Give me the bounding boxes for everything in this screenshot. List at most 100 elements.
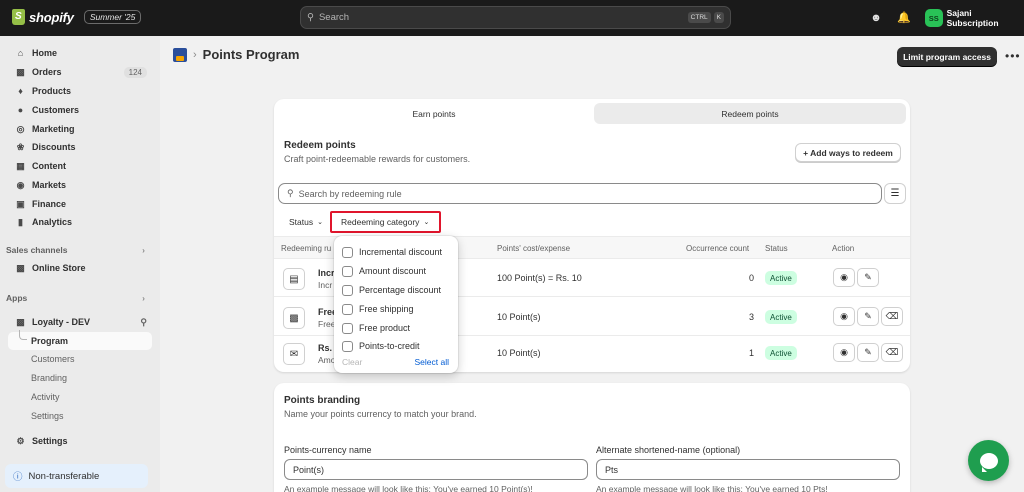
sidebar-item-markets[interactable]: ◉ Markets [5,176,153,194]
short-name-input[interactable]: Pts [596,459,900,480]
chevron-down-icon: ⌄ [317,219,323,226]
sidebar-subitem-settings[interactable]: Settings [31,407,64,425]
sidebar-item-marketing[interactable]: ◎ Marketing [5,120,153,138]
status-badge: Active [765,346,797,360]
checkbox[interactable] [342,284,353,296]
sidebar-item-loyalty-app[interactable]: ▩ Loyalty - DEV ⚲ [5,313,153,331]
more-actions-icon[interactable]: ••• [1005,49,1021,63]
edit-pencil-icon[interactable]: ✎ [857,268,879,287]
inbox-icon: ▩ [16,66,25,77]
top-bar: shopify Summer '25 ⚲ Search CTRL K ☻ 🔔 S… [0,0,1024,36]
clear-button[interactable]: Clear [342,357,362,367]
global-search[interactable]: ⚲ Search CTRL K [300,6,731,29]
search-placeholder: Search [318,12,350,23]
filter-sort-icon[interactable]: ☰ [884,183,906,204]
house-icon: ⌂ [17,48,24,58]
avatar: SS [925,9,943,27]
sidebar-item-online-store[interactable]: ▩ Online Store [5,259,153,277]
option-amount-discount[interactable]: Amount discount [342,263,426,279]
chevron-down-icon: ⌄ [423,219,430,226]
gear-icon: ⚙ [16,435,25,446]
sidebar-item-program[interactable]: Program [8,332,152,350]
sidebar-item-analytics[interactable]: ▮ Analytics [5,213,153,231]
section-description: Name your points currency to match your … [284,409,477,419]
chat-support-button[interactable] [968,440,1009,481]
tab-redeem-points[interactable]: Redeem points [594,103,906,124]
sidebar-item-settings[interactable]: ⚙ Settings [5,432,153,450]
option-free-shipping[interactable]: Free shipping [342,301,414,317]
shortcut-key: K [713,12,724,23]
pin-icon[interactable]: ⚲ [140,317,147,328]
apps-section[interactable]: Apps › [6,293,151,303]
redeeming-category-dropdown: Incremental discount Amount discount Per… [334,236,458,373]
checkbox[interactable] [342,303,353,315]
shortcut-key: CTRL [687,12,711,23]
sidebar-item-customers[interactable]: ● Customers [5,101,153,119]
delete-trash-icon[interactable]: ⌫ [881,307,903,326]
page-title: › Points Program [173,47,299,62]
non-transferable-banner[interactable]: ⓘ Non-transferable [5,464,148,488]
redeem-search-input[interactable]: ⚲ Search by redeeming rule [278,183,882,204]
gift-box-icon: ▩ [283,307,305,329]
bell-icon[interactable]: 🔔 [897,11,911,25]
chat-bubble-icon [979,452,998,472]
view-eye-icon[interactable]: ◉ [833,307,855,326]
select-all-button[interactable]: Select all [415,357,450,367]
info-icon: ⓘ [13,472,23,483]
content-icon: ▦ [16,160,25,171]
edition-badge[interactable]: Summer '25 [83,10,142,24]
points-branding-card: Points branding Name your points currenc… [274,383,910,492]
search-icon: ⚲ [287,188,294,198]
short-name-label: Alternate shortened-name (optional) [596,445,741,455]
add-ways-to-redeem-button[interactable]: + Add ways to redeem [795,143,901,162]
checkbox[interactable] [342,246,353,258]
chevron-right-icon: › [142,293,145,303]
checkbox[interactable] [342,265,353,277]
breadcrumb-separator-icon: › [193,48,197,61]
limit-program-access-button[interactable]: Limit program access [897,47,997,66]
delete-trash-icon[interactable]: ⌫ [881,343,903,362]
option-incremental-discount[interactable]: Incremental discount [342,244,442,260]
bar-chart-icon: ▮ [18,216,23,227]
redeeming-category-filter[interactable]: Redeeming category ⌄ [330,211,441,233]
checkbox[interactable] [342,340,353,352]
edit-pencil-icon[interactable]: ✎ [857,307,879,326]
section-title: Points branding [284,395,361,406]
edit-pencil-icon[interactable]: ✎ [857,343,879,362]
tag-icon: ♦ [18,86,23,96]
globe-icon: ◉ [16,179,25,190]
section-title: Redeem points [284,140,356,151]
sidebar-item-finance[interactable]: ▣ Finance [5,195,153,213]
person-icon: ● [17,105,24,115]
shopify-logo[interactable]: shopify Summer '25 [12,9,142,25]
option-free-product[interactable]: Free product [342,320,410,336]
bank-icon: ▣ [16,198,25,209]
sidekick-icon[interactable]: ☻ [869,11,883,25]
sidebar-subitem-branding[interactable]: Branding [31,369,67,387]
envelope-icon: ✉ [283,343,305,365]
points-tabs: Earn points Redeem points [278,103,906,124]
sidebar: ⌂ Home ▩ Orders 124 ♦ Products ● Customers ◎ M… [0,36,160,492]
sidebar-item-orders[interactable]: ▩ Orders 124 [5,63,153,81]
loyalty-app-icon [173,47,187,62]
status-badge: Active [765,310,797,324]
sidebar-item-home[interactable]: ⌂ Home [5,44,153,62]
view-eye-icon[interactable]: ◉ [833,343,855,362]
tab-earn-points[interactable]: Earn points [278,103,590,124]
sidebar-item-discounts[interactable]: ❀ Discounts [5,138,153,156]
status-filter[interactable]: Status ⌄ [289,213,323,231]
store-name: Sajani Subscription [946,8,999,28]
sales-channels-section[interactable]: Sales channels › [6,245,151,255]
store-menu[interactable]: SS Sajani Subscription [925,8,1024,28]
discount-icon: ❀ [16,141,25,152]
option-points-to-credit[interactable]: Points-to-credit [342,338,420,354]
checkbox[interactable] [342,322,353,334]
sidebar-subitem-activity[interactable]: Activity [31,388,60,406]
sidebar-item-products[interactable]: ♦ Products [5,82,153,100]
option-percentage-discount[interactable]: Percentage discount [342,282,441,298]
currency-name-input[interactable]: Point(s) [284,459,588,480]
sidebar-item-content[interactable]: ▦ Content [5,157,153,175]
app-icon: ▩ [16,316,25,327]
view-eye-icon[interactable]: ◉ [833,268,855,287]
sidebar-subitem-customers[interactable]: Customers [31,350,75,368]
